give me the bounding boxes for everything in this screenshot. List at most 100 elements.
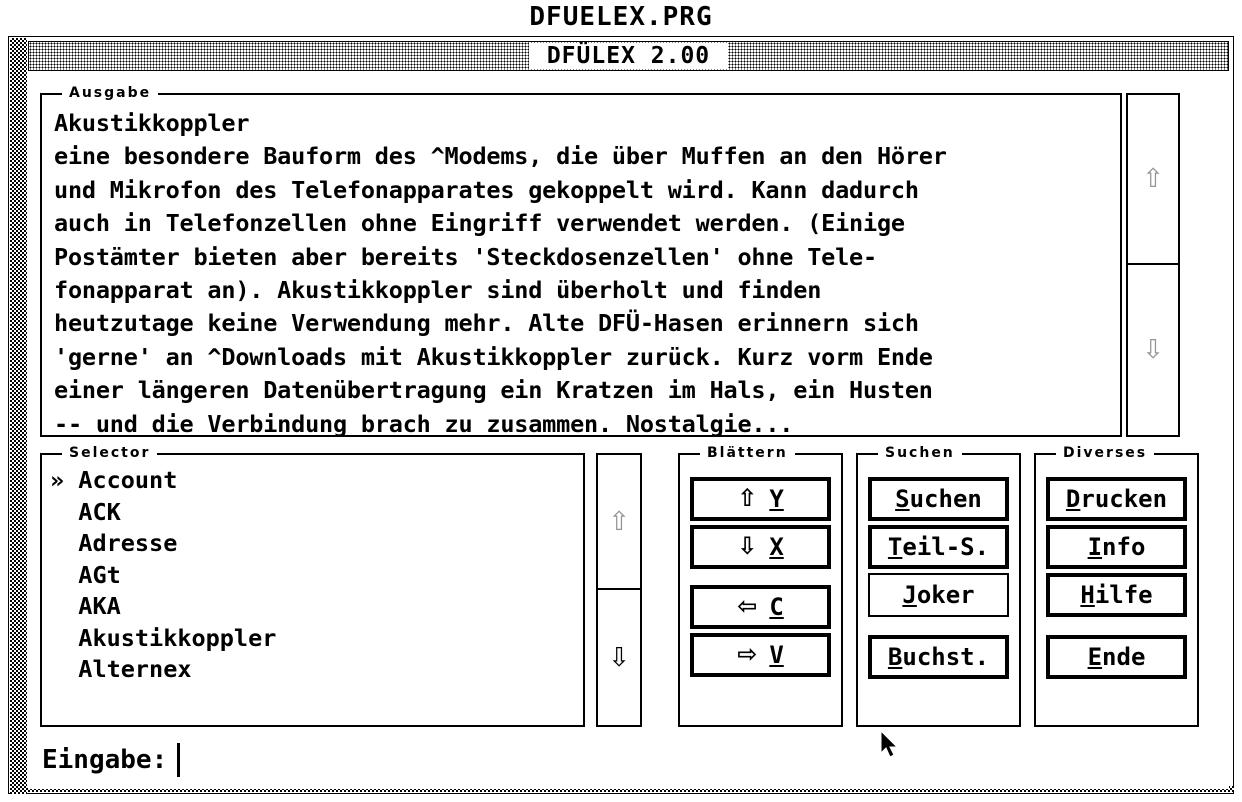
desktop-program-title: DFUELEX.PRG	[529, 2, 713, 32]
output-line: auch in Telefonzellen ohne Eingriff verw…	[54, 209, 905, 238]
selector-item-marker	[50, 529, 64, 557]
arrow-left-icon: ⇦	[737, 592, 758, 620]
selector-groupbox-body: » Account ACK Adresse AGt AKA Akustikkop…	[42, 455, 583, 725]
button-label-rest: uchen	[909, 485, 982, 513]
selector-scroll-down-button[interactable]: ⇩	[596, 590, 642, 727]
button-hotkey-letter: X	[769, 533, 784, 561]
output-line: Akustikkoppler	[54, 109, 250, 137]
search-suchen-button[interactable]: Suchen	[868, 477, 1009, 521]
output-line: -- und die Verbindung brach zu zusammen.…	[54, 409, 794, 435]
button-hotkey-letter: B	[887, 643, 903, 671]
misc-info-button[interactable]: Info	[1046, 525, 1187, 569]
output-line: eine besondere Bauform des ^Modems, die …	[54, 142, 947, 171]
button-hotkey-letter: S	[895, 485, 910, 513]
selector-list-item[interactable]: » Account	[50, 465, 579, 497]
button-hotkey-letter: E	[1087, 643, 1103, 671]
search-buchst-button[interactable]: Buchst.	[868, 635, 1009, 679]
paging-v-button[interactable]: ⇨ V	[690, 633, 831, 677]
selector-item-label: Akustikkoppler	[64, 623, 277, 652]
misc-groupbox: Diverses Drucken Info Hilfe Ende	[1034, 445, 1199, 727]
button-hotkey-letter: T	[887, 533, 903, 561]
selector-list-item[interactable]: ACK	[50, 497, 579, 529]
arrow-up-icon: ⇧	[737, 484, 758, 512]
selector-scroll-up-button[interactable]: ⇧	[596, 453, 642, 590]
button-label-rest: ilfe	[1094, 581, 1153, 609]
selector-scrollbar[interactable]: ⇧ ⇩	[596, 453, 642, 727]
window-left-gutter	[10, 38, 27, 794]
input-caret	[177, 743, 181, 777]
arrow-down-icon: ⇩	[737, 532, 758, 560]
scroll-up-arrow-icon: ⇧	[1142, 164, 1164, 194]
selector-item-label: AGt	[64, 560, 121, 589]
input-field[interactable]: ________________________________________…	[177, 743, 1222, 777]
selector-item-label: AKA	[64, 592, 121, 620]
button-hotkey-letter: J	[902, 581, 917, 609]
paging-x-button[interactable]: ⇩ X	[690, 525, 831, 569]
paging-y-button[interactable]: ⇧ Y	[690, 477, 831, 521]
window-title-text: DFÜLEX 2.00	[528, 43, 729, 69]
input-label: Eingabe:	[42, 745, 168, 775]
button-label-rest: eil-S.	[902, 533, 990, 561]
search-teils-button[interactable]: Teil-S.	[868, 525, 1009, 569]
paging-c-button[interactable]: ⇦ C	[690, 585, 831, 629]
button-hotkey-letter: Y	[769, 485, 784, 513]
selector-list-item[interactable]: AGt	[50, 560, 579, 592]
button-label-rest: uchst.	[902, 643, 990, 671]
button-hotkey-letter: I	[1087, 533, 1103, 561]
output-scrollbar[interactable]: ⇧ ⇩	[1126, 93, 1180, 437]
scroll-down-arrow-icon: ⇩	[608, 642, 630, 673]
selector-list-item[interactable]: Adresse	[50, 528, 579, 560]
window-titlebar[interactable]: DFÜLEX 2.00	[28, 41, 1229, 71]
selector-item-marker	[50, 561, 64, 589]
paging-groupbox-label: Blättern	[700, 445, 795, 461]
paging-groupbox: Blättern ⇧ Y ⇩ X ⇦ C ⇨ V	[678, 445, 843, 727]
selector-item-label: Alternex	[64, 655, 192, 683]
output-groupbox: Ausgabe Akustikkoppler eine besondere Bau…	[40, 85, 1122, 437]
selector-item-label: ACK	[64, 497, 121, 526]
scroll-up-arrow-icon: ⇧	[608, 506, 630, 537]
scroll-down-arrow-icon: ⇩	[1142, 335, 1164, 365]
output-line: Postämter bieten aber bereits 'Steckdose…	[54, 242, 877, 271]
selector-item-marker: »	[50, 466, 65, 494]
output-line: fonapparat an). Akustikkoppler sind über…	[54, 276, 822, 305]
selector-list-item[interactable]: Alternex	[50, 654, 579, 686]
selector-list-item[interactable]: Akustikkoppler	[50, 623, 579, 655]
selector-groupbox-label: Selector	[62, 445, 158, 461]
output-scroll-up-button[interactable]: ⇧	[1126, 93, 1180, 265]
misc-ende-button[interactable]: Ende	[1046, 635, 1187, 679]
search-groupbox-label: Suchen	[878, 445, 962, 461]
search-groupbox: Suchen Suchen Teil-S. Joker Buchst.	[856, 445, 1021, 727]
output-groupbox-label: Ausgabe	[62, 85, 159, 101]
output-line: einer längeren Datenübertragung ein Krat…	[54, 376, 933, 405]
selector-list[interactable]: » Account ACK Adresse AGt AKA Akustikkop…	[50, 465, 579, 686]
input-row: Eingabe: _______________________________…	[42, 737, 1222, 783]
output-line: 'gerne' an ^Downloads mit Akustikkoppler…	[54, 342, 933, 371]
button-hotkey-letter: V	[769, 641, 784, 669]
button-label-rest: nfo	[1102, 533, 1146, 561]
selector-item-label: Adresse	[64, 529, 178, 557]
selector-groupbox: Selector » Account ACK Adresse AGt AKA A…	[40, 445, 585, 727]
selector-list-item[interactable]: AKA	[50, 591, 579, 623]
selector-item-marker	[50, 498, 64, 526]
paging-groupbox-body: ⇧ Y ⇩ X ⇦ C ⇨ V	[680, 455, 841, 725]
output-line: und Mikrofon des Telefonapparates gekopp…	[54, 175, 919, 204]
misc-groupbox-label: Diverses	[1056, 445, 1155, 461]
output-scroll-down-button[interactable]: ⇩	[1126, 265, 1180, 437]
output-groupbox-body: Akustikkoppler eine besondere Bauform des…	[42, 95, 1120, 435]
misc-drucken-button[interactable]: Drucken	[1046, 477, 1187, 521]
button-label-rest: oker	[916, 581, 975, 609]
button-hotkey-letter: H	[1080, 581, 1095, 609]
selector-item-label: Account	[64, 466, 178, 494]
button-label-rest: nde	[1102, 643, 1146, 671]
search-groupbox-body: Suchen Teil-S. Joker Buchst.	[858, 455, 1019, 725]
window-client-area: Ausgabe Akustikkoppler eine besondere Bau…	[28, 75, 1229, 789]
button-hotkey-letter: C	[769, 593, 784, 621]
application-window: DFÜLEX 2.00 Ausgabe Akustikkoppler eine b…	[8, 36, 1234, 794]
arrow-right-icon: ⇨	[737, 640, 758, 668]
selector-item-marker	[50, 655, 64, 683]
misc-groupbox-body: Drucken Info Hilfe Ende	[1036, 455, 1197, 725]
search-joker-button[interactable]: Joker	[868, 573, 1009, 617]
misc-hilfe-button[interactable]: Hilfe	[1046, 573, 1187, 617]
button-label-rest: rucken	[1080, 485, 1168, 513]
selector-item-marker	[50, 592, 64, 620]
